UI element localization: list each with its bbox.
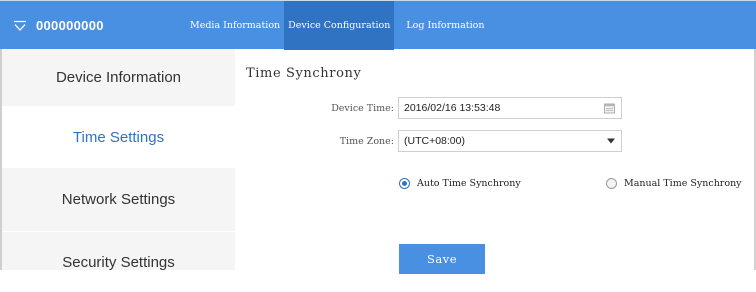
settings-sidebar: Device Information Time Settings Network…: [0, 49, 235, 271]
device-time-value: 2016/02/16 13:53:48: [404, 102, 501, 114]
auto-sync-label: Auto Time Synchrony: [417, 177, 521, 189]
main-nav: Media Information Device Configuration L…: [186, 1, 488, 50]
sidebar-item-device-information[interactable]: Device Information: [2, 49, 235, 106]
device-selector[interactable]: 000000000: [12, 1, 104, 50]
tab-media-information[interactable]: Media Information: [186, 1, 284, 50]
device-time-field[interactable]: 2016/02/16 13:53:48: [398, 97, 622, 119]
time-zone-label: Time Zone:: [339, 136, 394, 147]
time-zone-value: (UTC+08:00): [404, 135, 465, 147]
device-time-label: Device Time:: [331, 103, 394, 114]
chevron-down-icon: [14, 20, 26, 31]
sidebar-item-network-settings[interactable]: Network Settings: [2, 168, 235, 231]
device-name: 000000000: [36, 18, 104, 33]
sidebar-item-time-settings[interactable]: Time Settings: [2, 106, 235, 168]
manual-sync-radio[interactable]: [606, 177, 617, 189]
manual-time-sync-option[interactable]: Manual Time Synchrony: [606, 176, 742, 190]
tab-device-configuration[interactable]: Device Configuration: [284, 1, 395, 50]
dropdown-arrow-icon: [607, 138, 615, 144]
time-zone-select[interactable]: (UTC+08:00): [398, 130, 622, 152]
sidebar-item-security-settings[interactable]: Security Settings: [2, 232, 235, 292]
auto-time-sync-option[interactable]: Auto Time Synchrony: [399, 176, 521, 190]
manual-sync-label: Manual Time Synchrony: [624, 177, 742, 189]
tab-log-information[interactable]: Log Information: [402, 1, 488, 50]
top-navigation-bar: 000000000 Media Information Device Confi…: [0, 0, 756, 50]
page-title: Time Synchrony: [246, 66, 362, 81]
calendar-icon[interactable]: [604, 103, 615, 114]
auto-sync-radio[interactable]: [399, 177, 410, 189]
